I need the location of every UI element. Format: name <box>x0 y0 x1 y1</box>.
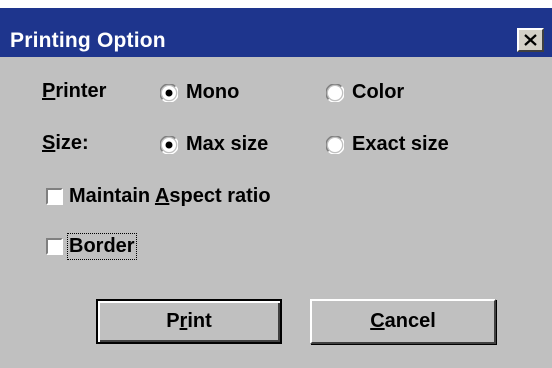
size-label: Size: <box>42 132 89 155</box>
window-title: Printing Option <box>10 29 166 52</box>
radio-color-label: Color <box>352 81 405 103</box>
print-button[interactable]: Pr int <box>96 299 282 344</box>
checkbox-box[interactable] <box>46 238 63 255</box>
radio-max-size-label: Max size <box>186 133 269 155</box>
checkbox-maintain-aspect-ratio-label: Maintain Aspect ratio <box>69 185 271 208</box>
checkbox-border[interactable]: Border <box>46 233 137 260</box>
radio-selected-icon <box>160 83 178 102</box>
printer-label-text: rinter <box>55 80 107 102</box>
aspect-text-pre: Maintain <box>69 185 155 207</box>
aspect-text-post: spect ratio <box>169 185 271 207</box>
radio-exact-size[interactable]: Exact size <box>326 133 449 156</box>
title-bar[interactable]: Printing Option <box>0 8 552 57</box>
cancel-mnemonic: C <box>370 310 385 332</box>
printing-option-dialog: Printing Option Printer Mono Color Size:… <box>0 0 552 368</box>
dialog-body: Printer Mono Color Size: Max size Exact … <box>0 57 552 368</box>
radio-color[interactable]: Color <box>326 81 404 104</box>
radio-mono-label: Mono <box>186 81 240 103</box>
size-label-mnemonic: S <box>42 132 56 154</box>
radio-mono[interactable]: Mono <box>160 81 239 104</box>
size-label-text: ize: <box>55 132 89 154</box>
aspect-mnemonic: A <box>154 185 170 207</box>
print-mnemonic: r <box>179 310 188 332</box>
close-icon <box>524 34 537 46</box>
cancel-text-post: ancel <box>384 310 436 332</box>
radio-unselected-icon <box>326 83 344 102</box>
radio-max-size[interactable]: Max size <box>160 133 268 156</box>
printer-label: Printer <box>42 80 106 103</box>
radio-unselected-icon <box>326 135 344 154</box>
print-text-pre: P <box>166 310 180 332</box>
print-text-post: int <box>187 310 212 332</box>
radio-exact-size-label: Exact size <box>352 133 449 155</box>
printer-label-mnemonic: P <box>42 80 56 102</box>
checkbox-maintain-aspect-ratio[interactable]: Maintain Aspect ratio <box>46 185 271 208</box>
checkbox-box[interactable] <box>46 188 63 205</box>
cancel-button[interactable]: Cancel <box>310 299 496 344</box>
close-button[interactable] <box>517 28 544 52</box>
checkbox-border-label: Border <box>67 233 137 260</box>
radio-selected-icon <box>160 135 178 154</box>
